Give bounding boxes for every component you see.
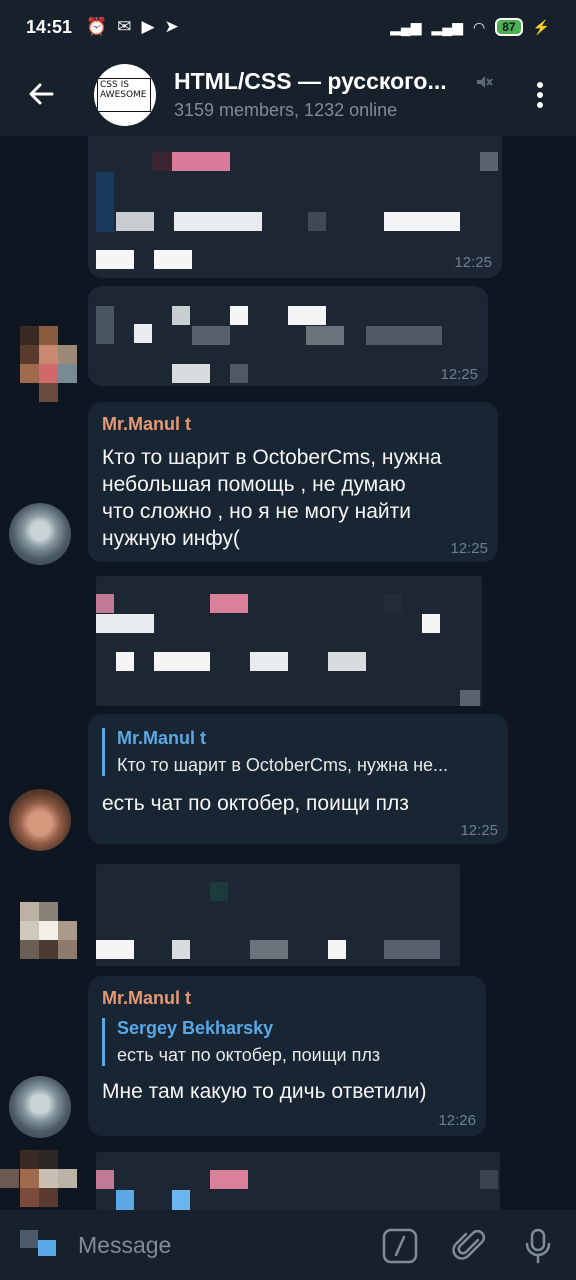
- message-bubble[interactable]: Mr.Manul t Кто то шарит в OctoberCms, ну…: [88, 714, 508, 844]
- message-sender: Mr.Manul t: [102, 988, 191, 1008]
- message-text-line: что сложно , но я не могу найти: [102, 500, 411, 523]
- message-bubble-pixelated[interactable]: [96, 1152, 500, 1210]
- message-text: Мне там какую то дичь ответили): [102, 1080, 427, 1103]
- message-text: есть чат по октобер, поищи плз: [102, 792, 409, 815]
- system-icons: ▂▄▆ ▂▄▆ ◠ 87 ⚡: [390, 18, 550, 36]
- emoji-icon[interactable]: [18, 1226, 58, 1266]
- youtube-icon: ▶: [141, 17, 155, 36]
- message-bubble[interactable]: Mr.Manul t Кто то шарит в OctoberCms, ну…: [88, 402, 498, 562]
- message-text-line: Кто то шарит в OctoberCms, нужна: [102, 446, 442, 469]
- signal-icon: ▂▄▆: [390, 18, 422, 35]
- message-bubble-pixelated[interactable]: [96, 576, 482, 706]
- notification-icons: ⏰ ✉ ▶ ➤: [86, 17, 179, 37]
- message-sender: Mr.Manul t: [102, 414, 191, 434]
- chat-header: CSS IS AWESOME HTML/CSS — русского... 31…: [0, 54, 576, 136]
- message-bubble-pixelated[interactable]: [96, 864, 460, 966]
- chat-title[interactable]: HTML/CSS — русского...: [174, 68, 470, 95]
- group-avatar-text: CSS IS AWESOME: [97, 78, 151, 112]
- signal-icon-2: ▂▄▆: [431, 18, 463, 35]
- message-time: 12:25: [450, 540, 488, 557]
- battery-icon: 87: [495, 18, 523, 36]
- avatar-pixelated[interactable]: [20, 902, 78, 974]
- reply-sender: Mr.Manul t: [117, 728, 206, 748]
- message-input[interactable]: Message: [78, 1232, 171, 1259]
- attach-icon[interactable]: [450, 1226, 490, 1266]
- wifi-icon: ◠: [472, 18, 486, 35]
- reply-text: есть чат по октобер, поищи плз: [117, 1045, 381, 1065]
- avatar-pixelated[interactable]: [0, 1150, 78, 1210]
- telegram-icon: ➤: [164, 17, 179, 36]
- command-icon[interactable]: [380, 1226, 420, 1266]
- message-input-bar: Message: [0, 1210, 576, 1280]
- message-bubble-pixelated[interactable]: 12:25: [88, 136, 502, 278]
- message-text-line: нужную инфу(: [102, 527, 240, 550]
- reply-preview[interactable]: Sergey Bekharsky есть чат по октобер, по…: [102, 1018, 380, 1066]
- back-arrow-icon[interactable]: [22, 74, 62, 114]
- avatar-pixelated[interactable]: [20, 326, 78, 402]
- charging-icon: ⚡: [532, 18, 550, 35]
- message-time: 12:25: [454, 254, 492, 271]
- muted-icon: [477, 76, 493, 88]
- chat-subtitle: 3159 members, 1232 online: [174, 100, 398, 120]
- avatar-mr-manul[interactable]: [9, 503, 71, 565]
- avatar-sergey-bekharsky[interactable]: [9, 789, 71, 851]
- message-time: 12:26: [438, 1112, 476, 1129]
- more-options-icon[interactable]: [528, 80, 552, 110]
- group-avatar[interactable]: CSS IS AWESOME: [94, 64, 156, 126]
- alarm-icon: ⏰: [86, 17, 108, 36]
- reply-text: Кто то шарит в OctoberCms, нужна не...: [117, 755, 449, 775]
- message-bubble[interactable]: Mr.Manul t Sergey Bekharsky есть чат по …: [88, 976, 486, 1136]
- reply-preview[interactable]: Mr.Manul t Кто то шарит в OctoberCms, ну…: [102, 728, 448, 776]
- message-text-line: небольшая помощь , не думаю: [102, 473, 406, 496]
- microphone-icon[interactable]: [518, 1226, 558, 1266]
- message-time: 12:25: [440, 366, 478, 383]
- message-bubble-pixelated[interactable]: 12:25: [88, 286, 488, 386]
- status-bar: 14:51 ⏰ ✉ ▶ ➤ ▂▄▆ ▂▄▆ ◠ 87 ⚡: [0, 0, 576, 54]
- message-time: 12:25: [460, 822, 498, 839]
- reply-sender: Sergey Bekharsky: [117, 1018, 274, 1038]
- mail-icon: ✉: [117, 17, 132, 36]
- avatar-mr-manul[interactable]: [9, 1076, 71, 1138]
- status-time: 14:51: [26, 16, 73, 37]
